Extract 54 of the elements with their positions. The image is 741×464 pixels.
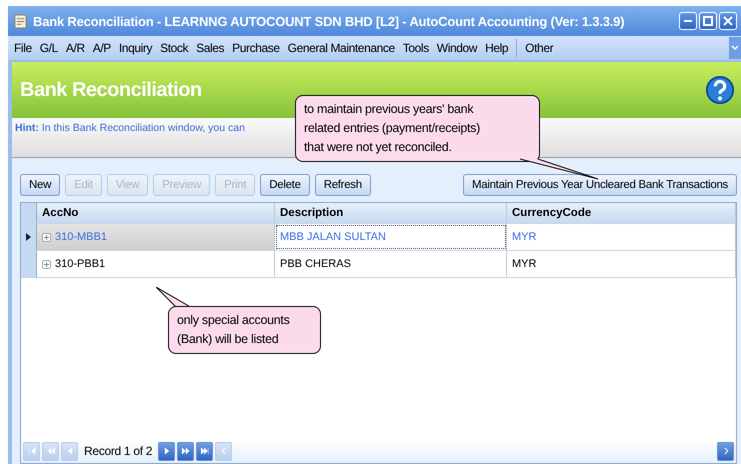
menu-item[interactable]: Purchase — [228, 41, 284, 55]
toolbar-button[interactable]: New — [20, 174, 60, 196]
triangle-arrow-icon — [200, 446, 210, 456]
triangle-arrow-icon — [180, 446, 191, 456]
table-cell: 310-MBB1 — [55, 231, 107, 243]
menu-item[interactable]: Other — [521, 41, 558, 55]
maintain-button[interactable]: Maintain Previous Year Uncleared Bank Transactions — [462, 174, 737, 196]
table-cell: MBB JALAN SULTAN — [280, 231, 386, 243]
table-cell: MYR — [512, 258, 536, 270]
menu-item[interactable]: General Maintenance — [284, 41, 399, 55]
app-icon — [14, 14, 27, 28]
expand-icon[interactable] — [42, 260, 51, 268]
close-button[interactable] — [719, 12, 737, 30]
triangle-arrow-icon — [26, 446, 36, 456]
window-title: Bank Reconciliation - LEARNNG AUTOCOUNT SDN BHD [L2] - AutoCount Accounting (Ver: 1.3.3.9) — [33, 14, 624, 28]
close-icon — [723, 16, 733, 26]
toolbar-button[interactable]: Delete — [260, 174, 310, 196]
navigator-button[interactable] — [196, 442, 214, 460]
help-icon[interactable] — [705, 75, 735, 105]
menu-item[interactable]: Help — [481, 41, 512, 55]
navigator-button[interactable] — [177, 442, 194, 460]
menu-item[interactable]: A/R — [62, 41, 89, 55]
menu-item[interactable]: File — [10, 41, 36, 55]
callout-note: to maintain previous years' bank related entries (payment/receipts) that were not yet reconciled. — [295, 95, 540, 162]
maximize-button[interactable] — [699, 12, 717, 30]
maximize-icon — [703, 16, 713, 26]
minimize-icon — [684, 20, 692, 22]
chevron-down-icon — [731, 45, 739, 51]
expand-icon[interactable] — [42, 232, 51, 242]
menu-item[interactable]: G/L — [36, 41, 62, 55]
row-header[interactable] — [21, 224, 37, 250]
page-title: Bank Reconciliation — [20, 78, 202, 102]
triangle-arrow-icon — [46, 446, 56, 456]
menu-item[interactable]: A/P — [88, 41, 115, 55]
column-header[interactable]: AccNo — [37, 203, 275, 223]
navigator-button[interactable] — [158, 442, 176, 460]
table-cell: PBB CHERAS — [280, 258, 351, 270]
row-header — [21, 203, 37, 223]
toolbar-button[interactable]: Refresh — [314, 174, 371, 196]
record-counter: Record 1 of 2 — [83, 444, 154, 458]
hint-text: Hint: In this Bank Reconciliation window, you can — [15, 122, 245, 134]
table-cell: MYR — [512, 231, 536, 243]
table-cell: 310-PBB1 — [55, 258, 106, 270]
menu-item[interactable]: Window — [432, 41, 482, 55]
menu-item[interactable]: Stock — [156, 41, 192, 55]
column-header[interactable]: Description — [275, 203, 507, 223]
menu-item[interactable]: Inquiry — [114, 41, 156, 55]
scroll-right-button[interactable] — [717, 442, 734, 460]
menu-item[interactable]: Sales — [192, 41, 228, 55]
row-pointer-icon — [26, 233, 31, 241]
menu-overflow-button[interactable] — [729, 37, 741, 59]
minimize-button[interactable] — [679, 12, 697, 30]
column-header[interactable]: CurrencyCode — [507, 203, 736, 223]
menu-item[interactable]: Tools — [398, 41, 433, 55]
